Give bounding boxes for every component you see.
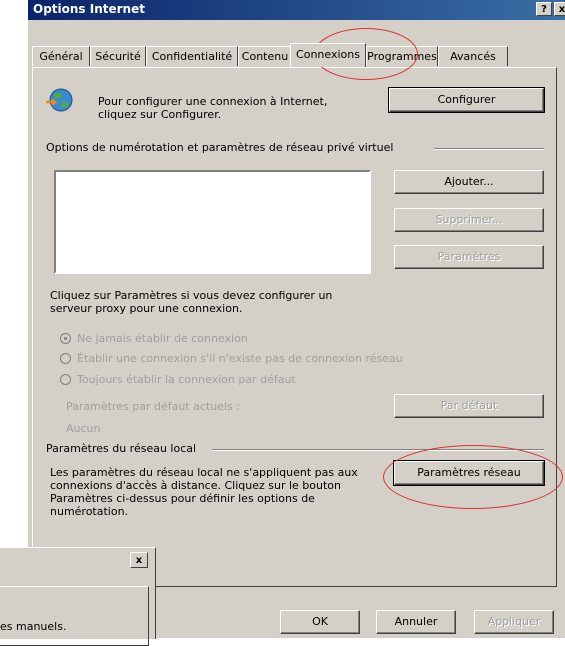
help-button[interactable]: ?	[536, 2, 552, 16]
background-dialog-close-button[interactable]: x	[130, 552, 148, 568]
radio-dial-when-no-network-label: Établir une connexion s'il n'existe pas …	[77, 352, 403, 365]
connection-settings-button[interactable]: Paramètres	[394, 245, 544, 269]
tab-security[interactable]: Sécurité	[90, 46, 146, 66]
apply-button[interactable]: Appliquer	[474, 610, 554, 634]
configure-button[interactable]: Configurer	[388, 87, 545, 113]
background-dialog-text: es manuels.	[0, 620, 67, 633]
tab-general[interactable]: Général	[32, 46, 90, 66]
tab-connections[interactable]: Connexions	[290, 43, 366, 67]
radio-always-dial-label: Toujours établir la connexion par défaut	[77, 373, 296, 386]
background-dialog: x es manuels.	[0, 547, 156, 646]
add-connection-button[interactable]: Ajouter...	[394, 170, 544, 194]
connections-listbox[interactable]	[54, 170, 371, 274]
dialup-group-divider	[434, 148, 544, 150]
radio-never-dial-label: Ne jamais établir de connexion	[77, 332, 248, 345]
dialup-group-label: Options de numérotation et paramètres de…	[46, 141, 394, 154]
tab-programs[interactable]: Programmes	[366, 46, 438, 66]
ok-button[interactable]: OK	[280, 610, 360, 634]
title-bar: Options Internet ? x	[28, 0, 565, 20]
lan-settings-button[interactable]: Paramètres réseau	[393, 460, 545, 486]
tab-privacy[interactable]: Confidentialité	[146, 46, 238, 66]
window-title: Options Internet	[33, 2, 145, 16]
lan-group-divider	[212, 449, 544, 451]
lan-text: Les paramètres du réseau local ne s'appl…	[50, 466, 358, 518]
radio-dial-when-no-network[interactable]	[60, 353, 71, 364]
set-default-button[interactable]: Par défaut	[394, 394, 544, 418]
setup-text: Pour configurer une connexion à Internet…	[98, 95, 328, 121]
tab-advanced[interactable]: Avancés	[438, 46, 508, 66]
background-dialog-panel	[0, 586, 149, 646]
radio-never-dial[interactable]	[60, 333, 71, 344]
remove-connection-button[interactable]: Supprimer...	[394, 208, 544, 232]
proxy-note: Cliquez sur Paramètres si vous devez con…	[50, 289, 333, 315]
current-default-label: Paramètres par défaut actuels :	[66, 400, 240, 413]
globe-icon	[44, 86, 74, 116]
internet-options-window: Options Internet ? x Général Sécurité Co…	[28, 0, 565, 638]
radio-always-dial[interactable]	[60, 374, 71, 385]
tab-content[interactable]: Contenu	[238, 46, 292, 66]
lan-group-label: Paramètres du réseau local	[46, 442, 197, 455]
close-button[interactable]: x	[554, 2, 565, 16]
cancel-button[interactable]: Annuler	[376, 610, 456, 634]
current-default-value: Aucun	[66, 422, 101, 435]
